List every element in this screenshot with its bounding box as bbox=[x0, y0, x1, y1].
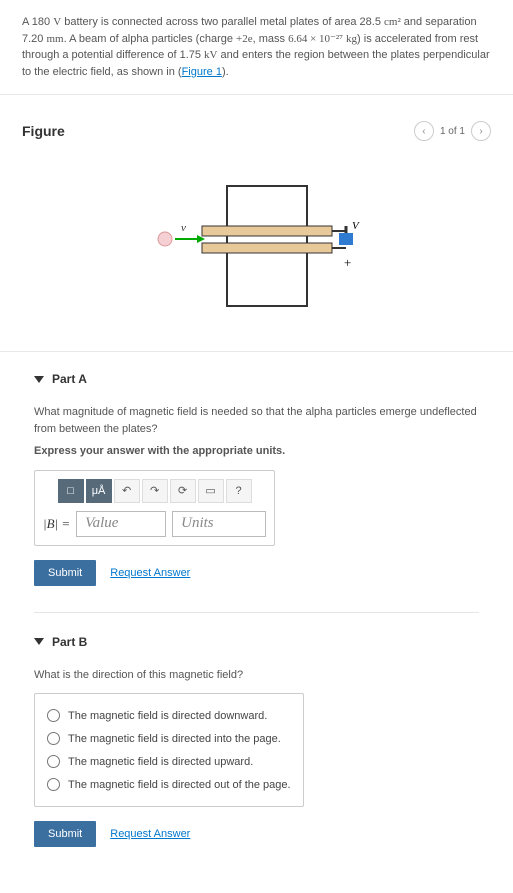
unit-kv: kV bbox=[204, 49, 217, 61]
part-a-hint: Express your answer with the appropriate… bbox=[34, 443, 479, 460]
radio-option-1[interactable]: The magnetic field is directed into the … bbox=[45, 727, 293, 750]
part-a-title: Part A bbox=[52, 372, 87, 386]
radio-input[interactable] bbox=[47, 778, 60, 791]
unit-kg: kg bbox=[346, 33, 357, 45]
request-answer-a[interactable]: Request Answer bbox=[110, 567, 190, 579]
collapse-icon[interactable] bbox=[34, 638, 44, 645]
radio-label: The magnetic field is directed into the … bbox=[68, 733, 281, 745]
charge: +2e bbox=[236, 33, 253, 45]
figure-title: Figure bbox=[22, 123, 65, 139]
radio-group-b: The magnetic field is directed downward.… bbox=[34, 693, 304, 807]
unit-v: V bbox=[53, 16, 61, 28]
radio-label: The magnetic field is directed upward. bbox=[68, 756, 253, 768]
text: ). bbox=[222, 66, 229, 78]
mass: 6.64 × 10⁻²⁷ bbox=[288, 33, 343, 45]
part-b-prompt: What is the direction of this magnetic f… bbox=[34, 667, 479, 684]
collapse-icon[interactable] bbox=[34, 376, 44, 383]
expr-button[interactable]: □ bbox=[58, 479, 84, 503]
submit-button-a[interactable]: Submit bbox=[34, 560, 96, 586]
part-a-prompt: What magnitude of magnetic field is need… bbox=[34, 404, 479, 437]
problem-statement: A 180 V battery is connected across two … bbox=[0, 0, 513, 95]
label-v: v bbox=[181, 222, 186, 234]
pager-next-button[interactable]: › bbox=[471, 121, 491, 141]
figure-pager: ‹ 1 of 1 › bbox=[414, 121, 491, 141]
part-b-title: Part B bbox=[52, 635, 87, 649]
text: A 180 bbox=[22, 16, 53, 28]
label-plus: + bbox=[344, 255, 351, 270]
figure-link[interactable]: Figure 1 bbox=[182, 66, 222, 78]
radio-option-3[interactable]: The magnetic field is directed out of th… bbox=[45, 773, 293, 796]
reset-button[interactable]: ⟳ bbox=[170, 479, 196, 503]
figure-section: Figure ‹ 1 of 1 › V + v bbox=[0, 95, 513, 352]
submit-button-b[interactable]: Submit bbox=[34, 821, 96, 847]
radio-input[interactable] bbox=[47, 709, 60, 722]
divider bbox=[34, 612, 479, 613]
units-input[interactable]: Units bbox=[172, 511, 266, 537]
lhs-label: |B| = bbox=[43, 516, 70, 532]
figure-drawing: V + v bbox=[22, 181, 491, 311]
label-V: V bbox=[352, 220, 360, 232]
text: battery is connected across two parallel… bbox=[61, 16, 384, 28]
unit-cm2: cm² bbox=[384, 16, 401, 28]
part-a: Part A What magnitude of magnetic field … bbox=[34, 372, 479, 586]
part-b: Part B What is the direction of this mag… bbox=[34, 635, 479, 848]
text: , mass bbox=[253, 33, 288, 45]
radio-option-2[interactable]: The magnetic field is directed upward. bbox=[45, 750, 293, 773]
pager-label: 1 of 1 bbox=[440, 126, 465, 137]
undo-button[interactable]: ↶ bbox=[114, 479, 140, 503]
unit-mm: mm bbox=[46, 33, 63, 45]
radio-label: The magnetic field is directed out of th… bbox=[68, 779, 291, 791]
radio-input[interactable] bbox=[47, 755, 60, 768]
radio-label: The magnetic field is directed downward. bbox=[68, 710, 267, 722]
answer-box-a: □ μÅ ↶ ↷ ⟳ ▭ ? |B| = Value Units bbox=[34, 470, 275, 546]
text: . A beam of alpha particles (charge bbox=[64, 33, 236, 45]
units-button[interactable]: μÅ bbox=[86, 479, 112, 503]
keyboard-button[interactable]: ▭ bbox=[198, 479, 224, 503]
pager-prev-button[interactable]: ‹ bbox=[414, 121, 434, 141]
request-answer-b[interactable]: Request Answer bbox=[110, 828, 190, 840]
help-button[interactable]: ? bbox=[226, 479, 252, 503]
radio-input[interactable] bbox=[47, 732, 60, 745]
value-input[interactable]: Value bbox=[76, 511, 166, 537]
radio-option-0[interactable]: The magnetic field is directed downward. bbox=[45, 704, 293, 727]
redo-button[interactable]: ↷ bbox=[142, 479, 168, 503]
